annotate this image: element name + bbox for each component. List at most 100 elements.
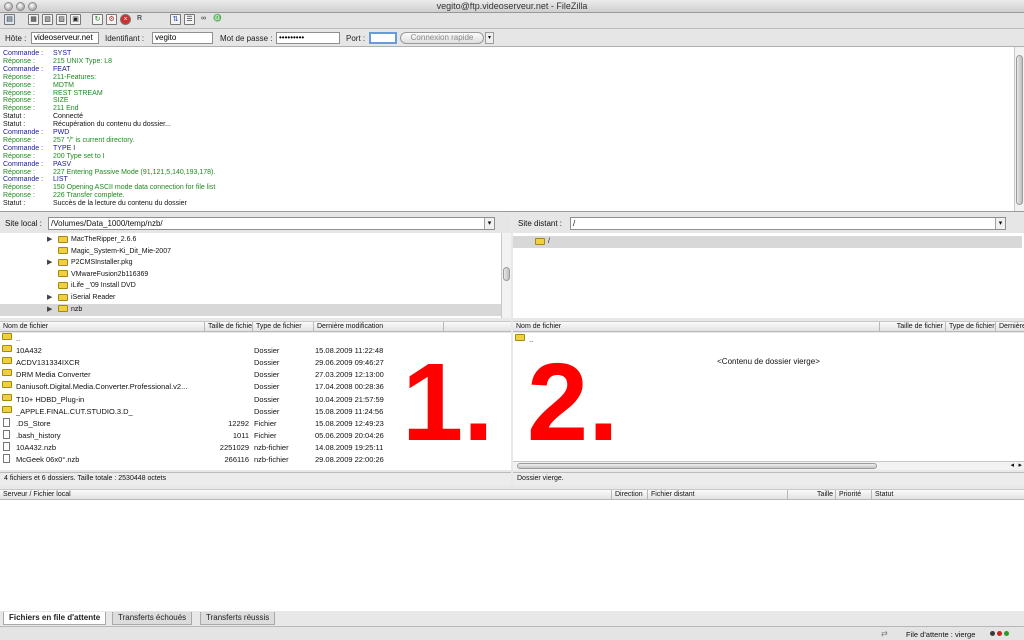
col-remote-file[interactable]: Fichier distant [648,490,788,500]
col-type[interactable]: Type de fichier [253,322,314,332]
tab-successful-transfers[interactable]: Transferts réussis [200,612,276,625]
local-path-combo[interactable]: /Volumes/Data_1000/temp/nzb/ ▾ [48,217,495,230]
list-item-type: nzb-fichier [254,455,289,464]
host-input[interactable]: videoserveur.net [31,32,99,44]
remote-tree-root[interactable]: / [513,236,1022,248]
col-local-file[interactable]: Serveur / Fichier local [0,490,612,500]
folder-icon [58,282,68,290]
connection-indicator-icon [1004,631,1009,636]
col-size[interactable]: Taille de fichier [205,322,253,332]
zoom-window-button[interactable] [28,2,37,11]
reconnect-icon[interactable]: R [134,14,145,25]
folder-icon [58,270,68,278]
search-icon[interactable]: ♎ [212,14,223,25]
chevron-down-icon[interactable]: ▾ [484,218,494,229]
toggle-queue-icon[interactable]: ▣ [70,14,81,25]
tree-item[interactable]: Magic_System-Ki_Dit_Mie-2007 [0,246,501,258]
list-item-date: 15.08.2009 12:49:23 [315,418,384,428]
window-title: vegito@ftp.videoserveur.net - FileZilla [436,1,588,11]
file-icon [3,441,10,451]
site-manager-icon[interactable]: ▤ [4,14,15,25]
password-input[interactable]: ••••••••• [276,32,340,44]
list-item-name: McGeek 06x0°.nzb [16,455,80,464]
expand-arrow-icon[interactable]: ▶ [47,304,52,316]
col-filename[interactable]: Nom de fichier [0,322,205,332]
local-tree-scroll-thumb[interactable] [503,267,510,281]
toggle-local-tree-icon[interactable]: ▧ [42,14,53,25]
filter-icon[interactable]: ☰ [184,14,195,25]
sync-browse-icon[interactable]: ∞ [198,14,209,25]
log-entry-kind: Statut : [3,200,26,208]
remote-site-label: Site distant : [518,219,563,228]
col-filename[interactable]: Nom de fichier [513,322,880,332]
col-direction[interactable]: Direction [612,490,648,500]
list-item-name: ACDV131334IXCR [16,358,80,368]
log-entry: Réponse : SIZE [3,97,1003,105]
tree-item[interactable]: iLife _'09 Install DVD [0,280,501,292]
col-modified[interactable]: Dernière modification [996,322,1024,332]
expand-arrow-icon[interactable]: ▶ [47,234,52,246]
local-site-label: Site local : [5,219,42,228]
col-priority[interactable]: Priorité [836,490,872,500]
tab-queued-files[interactable]: Fichiers en file d'attente [3,612,107,625]
log-entry-message: SYST [53,50,72,57]
col-queue-size[interactable]: Taille [788,490,836,500]
expand-arrow-icon[interactable]: ▶ [47,257,52,269]
log-scroll-thumb[interactable] [1016,55,1023,205]
list-item-size: 1011 [232,430,249,440]
message-log: Commande : SYST Réponse : 215 UNIX Type: L8… [0,47,1024,212]
log-entry-kind: Réponse : [3,192,35,200]
log-entry-kind: Réponse : [3,89,35,97]
list-item-date: 29.06.2009 09:46:27 [315,358,384,368]
log-entry: Commande : LIST [3,176,1003,184]
toggle-log-icon[interactable]: ▦ [28,14,39,25]
close-window-button[interactable] [4,2,13,11]
user-input[interactable]: vegito [152,32,213,44]
log-entry-message: Récupération du contenu du dossier... [53,121,171,129]
tree-item[interactable]: ▶ iSerial Reader [0,292,501,304]
tree-item[interactable]: ▶ MacTheRipper_2.6.6 [0,234,501,246]
list-item-type: Fichier [254,430,277,440]
col-modified[interactable]: Dernière modification [314,322,444,332]
log-scrollbar[interactable] [1014,47,1024,211]
log-entry-kind: Réponse : [3,73,35,81]
folder-icon [2,357,12,365]
remote-list-hscroll-thumb[interactable] [517,463,877,469]
recv-indicator-icon [990,631,995,636]
tree-item-label: VMwareFusion2b116369 [71,270,149,278]
tab-failed-transfers[interactable]: Transferts échoués [112,612,193,625]
cancel-icon[interactable]: × [120,14,131,25]
quickconnect-history-dropdown[interactable]: ▾ [485,32,494,44]
expand-arrow-icon[interactable]: ▶ [47,292,52,304]
remote-list-hscrollbar[interactable]: ◂ ▸ [513,461,1024,470]
log-entry: Réponse : 227 Entering Passive Mode (91,1… [3,169,1003,177]
remote-path-combo[interactable]: / ▾ [570,217,1006,230]
queue-header: Serveur / Fichier local Direction Fichie… [0,489,1024,500]
tree-item-label: iLife _'09 Install DVD [71,282,136,290]
process-queue-icon[interactable]: ⚙ [106,14,117,25]
tree-item[interactable]: VMwareFusion2b116369 [0,269,501,281]
local-tree-scrollbar[interactable] [501,233,511,318]
log-entry-message: 227 Entering Passive Mode (91,121,5,140,… [53,168,216,176]
log-entry-kind: Réponse : [3,136,35,144]
log-entry-kind: Réponse : [3,184,35,192]
scroll-left-icon[interactable]: ◂ [1010,461,1014,469]
toggle-remote-tree-icon[interactable]: ▨ [56,14,67,25]
chevron-down-icon[interactable]: ▾ [995,218,1005,229]
annotation-number-2: 2. [527,341,619,464]
directory-compare-icon[interactable]: ⇅ [170,14,181,25]
list-item-type: Dossier [254,346,280,356]
refresh-icon[interactable]: ↻ [92,14,103,25]
scroll-right-icon[interactable]: ▸ [1018,461,1022,469]
col-type[interactable]: Type de fichier [946,322,996,332]
col-status[interactable]: Statut [872,490,1024,500]
title-bar: vegito@ftp.videoserveur.net - FileZilla [0,0,1024,13]
tree-item[interactable]: ▶ P2CMSInstaller.pkg [0,257,501,269]
minimize-window-button[interactable] [16,2,25,11]
port-input[interactable] [369,32,397,44]
tree-item[interactable]: ▶ nzb [0,303,501,316]
quickconnect-button[interactable]: Connexion rapide [400,32,484,44]
port-label: Port : [346,34,366,43]
col-size[interactable]: Taille de fichier [880,322,946,332]
folder-icon [2,369,12,377]
